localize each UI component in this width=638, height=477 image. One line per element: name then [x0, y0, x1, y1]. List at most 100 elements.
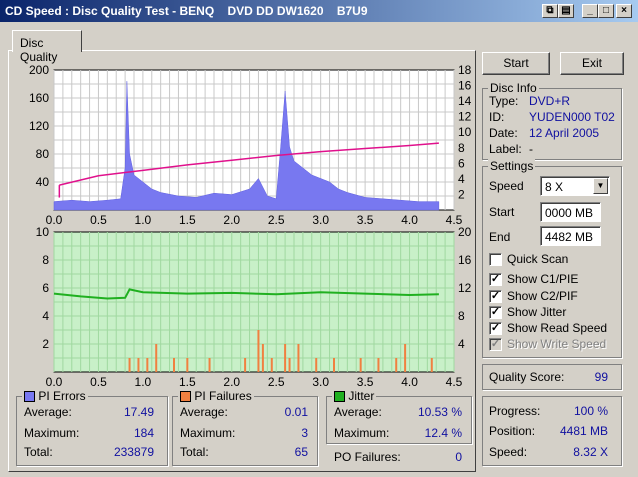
close-button[interactable]: × — [616, 4, 632, 18]
pi-errors-maximum: 184 — [133, 426, 154, 440]
jitter-maximum-label: Maximum: — [334, 426, 390, 440]
disc-label-label: Label: — [489, 142, 522, 156]
pi-errors-swatch — [24, 391, 35, 403]
y-tick-label-right: 4 — [458, 172, 465, 186]
end-label: End — [489, 230, 511, 244]
x-tick-label: 2.0 — [223, 213, 240, 227]
x-tick-label: 0.5 — [90, 213, 107, 227]
y-tick-label-right: 10 — [458, 125, 472, 139]
window-title: CD Speed : Disc Quality Test - BENQ DVD … — [5, 4, 368, 18]
pi-failure-bar — [315, 358, 318, 372]
maximize-button[interactable]: □ — [598, 4, 614, 18]
pi-errors-title: PI Errors — [22, 389, 88, 403]
y-tick-label-left: 10 — [36, 225, 50, 239]
pi-failure-bar — [261, 344, 264, 372]
show-c1-checkbox[interactable]: ✓ — [489, 273, 502, 286]
pi-errors-average: 17.49 — [123, 405, 154, 419]
pi-failure-bar — [270, 358, 273, 372]
y-tick-label-right: 6 — [458, 156, 465, 170]
y-tick-label-right: 12 — [458, 110, 472, 124]
tab-label: Disc Quality — [20, 36, 58, 64]
y-tick-label-right: 4 — [458, 337, 465, 351]
show-c1-label: Show C1/PIE — [507, 272, 579, 286]
pi-failure-bar — [208, 358, 211, 372]
pi-failure-bar — [244, 358, 247, 372]
x-tick-label: 1.0 — [135, 375, 152, 389]
tab-disc-quality[interactable]: Disc Quality — [12, 30, 82, 64]
pi-failure-bar — [257, 330, 260, 372]
progress-value: 100 % — [573, 404, 608, 418]
pi-failure-bar — [297, 344, 300, 372]
copy-icon[interactable]: ⧉ — [542, 4, 558, 18]
chart-pi-errors: 0.0 0.5 1.0 1.5 2.0 2.5 3.0 3.5 4.0 4.52001601208… — [29, 63, 472, 227]
x-tick-label: 2.0 — [223, 375, 240, 389]
exit-button[interactable]: Exit — [560, 52, 624, 75]
chevron-down-icon[interactable]: ▼ — [593, 178, 608, 194]
speed-readout-value: 8.32 X — [573, 445, 608, 459]
quick-scan-label: Quick Scan — [507, 252, 569, 266]
y-tick-label-right: 14 — [458, 94, 472, 108]
pi-failure-bar — [288, 358, 291, 372]
start-button[interactable]: Start — [482, 52, 550, 75]
pi-failure-bar — [377, 358, 380, 372]
y-tick-label-left: 200 — [29, 63, 49, 77]
start-label: Start — [489, 205, 515, 219]
jitter-average: 10.53 % — [417, 405, 462, 419]
y-tick-label-left: 2 — [42, 337, 49, 351]
speed-readout-label: Speed: — [489, 445, 528, 459]
y-tick-label-right: 12 — [458, 281, 472, 295]
x-tick-label: 3.0 — [312, 375, 329, 389]
y-tick-label-right: 2 — [458, 187, 465, 201]
disc-info-title: Disc Info — [488, 81, 539, 95]
pi-failures-label: PI Failures — [194, 389, 252, 403]
pi-failure-bar — [186, 358, 189, 372]
settings-title: Settings — [488, 159, 536, 173]
x-tick-label: 0.0 — [46, 375, 63, 389]
pi-errors-average-label: Average: — [24, 405, 72, 419]
pi-errors-label: PI Errors — [38, 389, 86, 403]
x-tick-label: 0.5 — [90, 375, 107, 389]
pi-failure-bar — [430, 358, 433, 372]
position-label: Position: — [489, 424, 536, 438]
pi-failure-bar — [128, 358, 131, 372]
disc-id-value: YUDEN000 T02 — [529, 110, 615, 124]
speed-select[interactable]: 8 X ▼ — [540, 176, 610, 196]
minimize-button[interactable]: _ — [582, 4, 598, 18]
pi-failure-bar — [333, 358, 335, 372]
po-failures-value: 0 — [455, 450, 462, 464]
pi-failure-bar — [173, 358, 175, 372]
save-icon[interactable]: ▤ — [558, 4, 574, 18]
pi-failure-bar — [359, 358, 362, 372]
show-c2-checkbox[interactable]: ✓ — [489, 290, 502, 303]
disc-type-value: DVD+R — [529, 94, 571, 108]
quality-score-value: 99 — [594, 370, 608, 384]
disc-date-label: Date: — [489, 126, 518, 140]
quality-score-label: Quality Score: — [489, 370, 565, 384]
quick-scan-checkbox[interactable] — [489, 253, 502, 266]
y-tick-label-left: 8 — [42, 253, 49, 267]
disc-date-value: 12 April 2005 — [529, 126, 600, 140]
start-field[interactable]: 0000 MB — [540, 202, 601, 222]
pi-failures-average: 0.01 — [284, 405, 308, 419]
pi-errors-total-label: Total: — [24, 445, 53, 459]
x-tick-label: 2.5 — [268, 375, 285, 389]
end-field[interactable]: 4482 MB — [540, 226, 601, 246]
y-tick-label-right: 8 — [458, 141, 465, 155]
x-tick-label: 1.0 — [135, 213, 152, 227]
disc-id-label: ID: — [489, 110, 505, 124]
jitter-swatch — [334, 391, 345, 403]
pi-failures-average-label: Average: — [180, 405, 228, 419]
position-value: 4481 MB — [559, 424, 608, 438]
pi-failures-maximum-label: Maximum: — [180, 426, 236, 440]
x-tick-label: 4.0 — [401, 213, 418, 227]
speed-label: Speed — [489, 179, 524, 193]
pi-failures-total: 65 — [294, 445, 308, 459]
show-jitter-checkbox[interactable]: ✓ — [489, 306, 502, 319]
pi-failure-bar — [146, 358, 149, 372]
disc-label-value: - — [529, 142, 533, 156]
pi-failure-bar — [284, 344, 287, 372]
show-read-speed-checkbox[interactable]: ✓ — [489, 322, 502, 335]
progress-label: Progress: — [489, 404, 541, 418]
y-tick-label-right: 18 — [458, 63, 472, 77]
y-tick-label-right: 16 — [458, 253, 472, 267]
